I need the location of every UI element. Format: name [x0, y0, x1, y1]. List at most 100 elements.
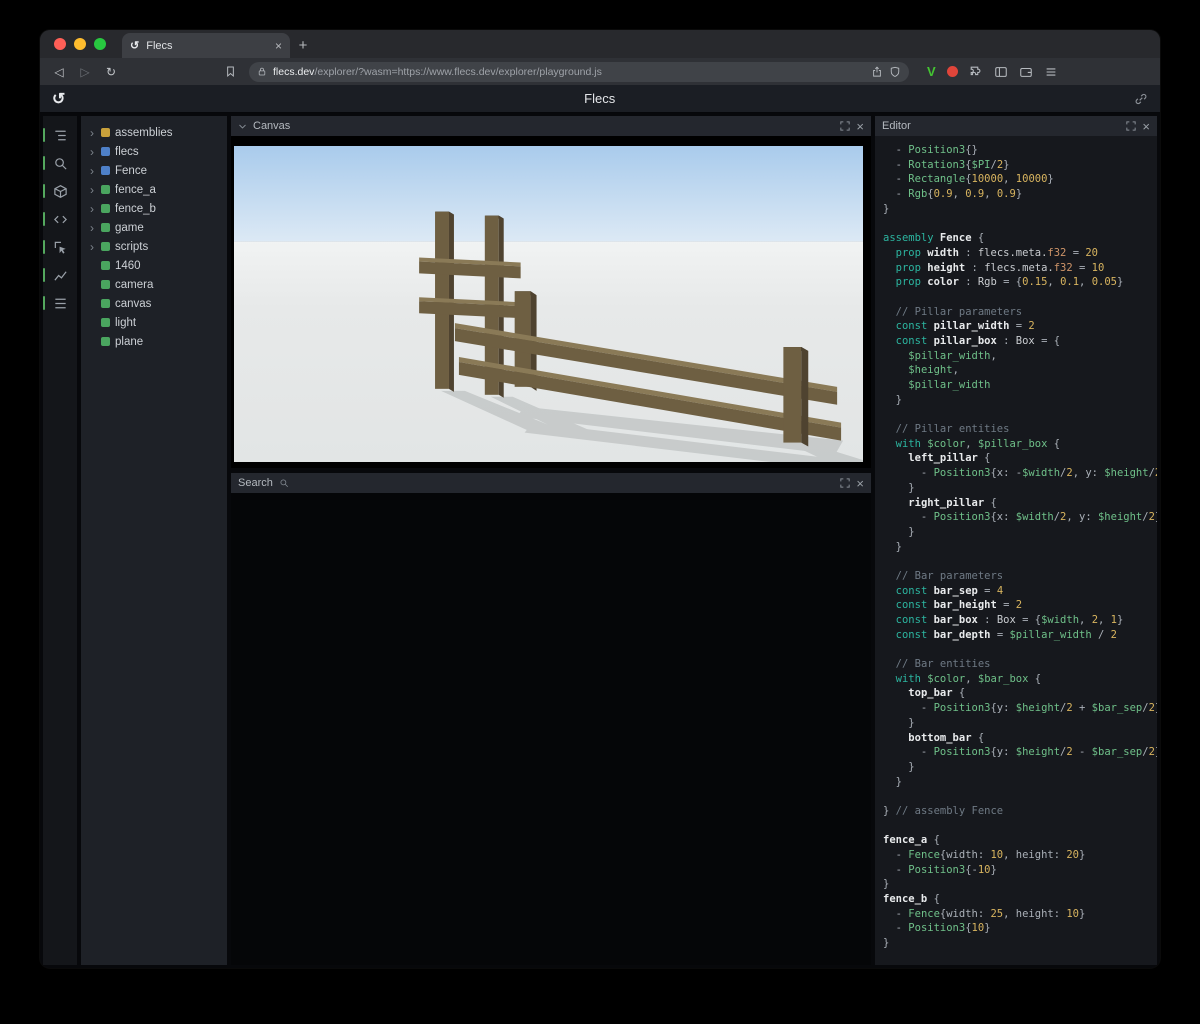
forward-button[interactable]: ▷ [76, 65, 94, 79]
tree-item-1460[interactable]: ›1460 [88, 256, 227, 275]
expand-panel-icon[interactable] [1126, 121, 1137, 131]
code-editor[interactable]: - Position3{} - Rotation3{$PI/2} - Recta… [875, 136, 1157, 965]
lock-icon [257, 66, 267, 77]
tab-bar: ↻ Flecs × + [40, 30, 1160, 58]
minimize-window-button[interactable] [74, 38, 86, 50]
code-line: // Pillar parameters [895, 305, 1023, 318]
zoom-window-button[interactable] [94, 38, 106, 50]
code-line: bottom_bar { [908, 731, 985, 744]
entity-label: camera [115, 278, 154, 291]
address-bar[interactable]: flecs.dev/explorer/?wasm=https://www.fle… [249, 61, 909, 82]
code-line: // Bar parameters [895, 569, 1004, 582]
sidebar-entities-button[interactable] [43, 180, 77, 202]
tree-item-game[interactable]: › game [88, 218, 227, 237]
extensions-cluster: V [927, 64, 1058, 79]
code-line: $height, [908, 364, 959, 377]
sidebar-statistics-button[interactable] [43, 264, 77, 286]
canvas-panel-title: Canvas [253, 120, 291, 132]
editor-panel-header[interactable]: Editor × [875, 116, 1157, 136]
entity-kind-swatch [101, 147, 110, 156]
sidebar-commands-button[interactable] [43, 292, 77, 314]
expand-arrow-icon[interactable]: › [88, 165, 96, 177]
tree-item-Fence[interactable]: › Fence [88, 161, 227, 180]
code-line: } [883, 525, 915, 538]
tree-item-flecs[interactable]: › flecs [88, 142, 227, 161]
tree-item-camera[interactable]: ›camera [88, 275, 227, 294]
back-button[interactable]: ◁ [50, 65, 68, 79]
close-window-button[interactable] [54, 38, 66, 50]
expand-arrow-icon[interactable]: › [88, 184, 96, 196]
adblock-extension-icon[interactable] [946, 66, 958, 77]
sidebar-query-inspector-button[interactable] [43, 236, 77, 258]
tree-item-fence_b[interactable]: › fence_b [88, 199, 227, 218]
search-panel-header[interactable]: Search × [231, 473, 871, 493]
brave-shield-icon[interactable] [889, 66, 901, 78]
sidebar-toggle-icon[interactable] [994, 65, 1008, 79]
script-editor-icon [53, 212, 68, 227]
entity-label: 1460 [115, 259, 141, 272]
entity-label: plane [115, 335, 144, 348]
tree-item-fence_a[interactable]: › fence_a [88, 180, 227, 199]
entity-label: Fence [115, 164, 147, 177]
tree-item-canvas[interactable]: ›canvas [88, 294, 227, 313]
bookmark-icon[interactable] [224, 65, 237, 78]
code-line: - Fence{width: 25, height: 10} [883, 907, 1086, 920]
expand-arrow-icon[interactable]: › [88, 203, 96, 215]
search-results-area[interactable] [231, 493, 871, 965]
code-line: } [883, 775, 902, 788]
code-line: } [883, 716, 915, 729]
close-panel-icon[interactable]: × [856, 120, 864, 133]
center-column: Canvas × Search × [231, 116, 871, 965]
search-panel: Search × [231, 473, 871, 965]
tree-item-light[interactable]: ›light [88, 313, 227, 332]
sidebar-search-button[interactable] [43, 152, 77, 174]
expand-arrow-icon[interactable]: › [88, 241, 96, 253]
chevron-down-icon[interactable] [238, 122, 247, 131]
close-panel-icon[interactable]: × [856, 477, 864, 490]
code-line: const pillar_width = 2 [895, 320, 1035, 333]
browser-tab-flecs[interactable]: ↻ Flecs × [122, 33, 290, 58]
commands-icon [53, 296, 68, 311]
app-header: ↻ Flecs [40, 85, 1160, 113]
extensions-puzzle-icon[interactable] [969, 65, 983, 79]
share-link-icon[interactable] [1134, 92, 1148, 106]
new-tab-button[interactable]: + [290, 33, 316, 58]
canvas-viewport[interactable] [231, 136, 871, 469]
entity-kind-swatch [101, 204, 110, 213]
expand-arrow-icon[interactable]: › [88, 222, 96, 234]
canvas-panel-header[interactable]: Canvas × [231, 116, 871, 136]
tab-close-icon[interactable]: × [275, 39, 282, 53]
code-line: - Position3{y: $height/2 + $bar_sep/2} [883, 702, 1157, 715]
expand-arrow-icon[interactable]: › [88, 127, 96, 139]
browser-toolbar: ◁ ▷ ↻ flecs.dev/explorer/?wasm=https://w… [40, 58, 1160, 85]
share-icon[interactable] [871, 65, 883, 78]
reload-button[interactable]: ↻ [102, 65, 120, 79]
code-line: prop color : Rgb = {0.15, 0.1, 0.05} [895, 276, 1124, 289]
tree-item-scripts[interactable]: › scripts [88, 237, 227, 256]
code-line: } [883, 760, 915, 773]
tree-item-plane[interactable]: ›plane [88, 332, 227, 351]
code-line: top_bar { [908, 687, 966, 700]
active-indicator [43, 212, 45, 226]
expand-panel-icon[interactable] [840, 121, 851, 131]
active-indicator [43, 296, 45, 310]
v-extension-icon[interactable]: V [927, 64, 936, 79]
wallet-icon[interactable] [1019, 65, 1033, 79]
sidebar-script-editor-button[interactable] [43, 208, 77, 230]
code-line: } // assembly Fence [883, 804, 1004, 817]
code-line: } [883, 540, 902, 553]
menu-hamburger-icon[interactable] [1044, 65, 1058, 79]
entity-kind-swatch [101, 299, 110, 308]
expand-arrow-icon[interactable]: › [88, 146, 96, 158]
sidebar-entity-tree-button[interactable] [43, 124, 77, 146]
expand-panel-icon[interactable] [840, 478, 851, 488]
search-icon [279, 478, 289, 488]
code-line: - Position3{10} [883, 922, 991, 935]
close-panel-icon[interactable]: × [1142, 120, 1150, 133]
code-line: - Rotation3{$PI/2} [883, 158, 1010, 171]
tree-item-assemblies[interactable]: › assemblies [88, 123, 227, 142]
canvas-panel: Canvas × [231, 116, 871, 469]
